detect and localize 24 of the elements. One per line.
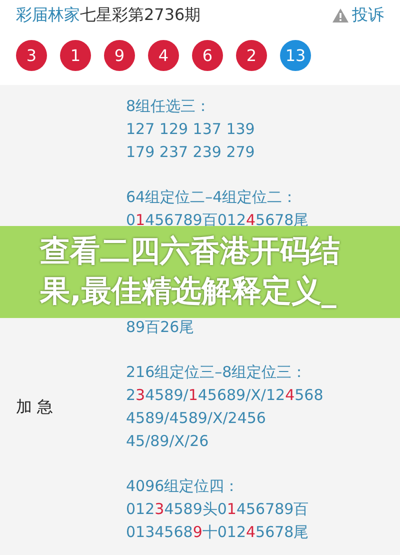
number-ball: 3: [16, 40, 47, 71]
lottery-title: 彩届林家七星彩第2736期: [16, 4, 201, 26]
urgent-label: 加 急: [16, 396, 54, 418]
number-line: 179 237 239 279: [126, 142, 255, 163]
report-button[interactable]: 投诉: [332, 4, 384, 26]
warning-icon: [332, 8, 349, 22]
number-ball: 4: [148, 40, 179, 71]
group-heading: 8组任选三：: [126, 96, 212, 117]
number-ball: 6: [192, 40, 223, 71]
number-line: 01345689十01245678尾: [126, 522, 309, 543]
number-ball: 9: [104, 40, 135, 71]
group-heading: 4096组定位四：: [126, 476, 240, 497]
number-ball: 13: [280, 40, 311, 71]
title-banner: 查看二四六香港开码结果,最佳精选解释定义_: [0, 226, 400, 318]
number-line: 01234589头01456789百: [126, 499, 309, 520]
number-line: 45/89/X/26: [126, 431, 210, 452]
number-ball: 2: [236, 40, 267, 71]
number-line: 127 129 137 139: [126, 119, 255, 140]
number-line: 89百26尾: [126, 317, 194, 338]
number-ball: 1: [60, 40, 91, 71]
group-heading: 216组定位三–8组定位三：: [126, 362, 308, 383]
number-line: 234589/145689/X/124568: [126, 385, 324, 406]
group-heading: 64组定位二–4组定位二：: [126, 187, 298, 208]
number-line: 4589/4589/X/2456: [126, 408, 267, 429]
